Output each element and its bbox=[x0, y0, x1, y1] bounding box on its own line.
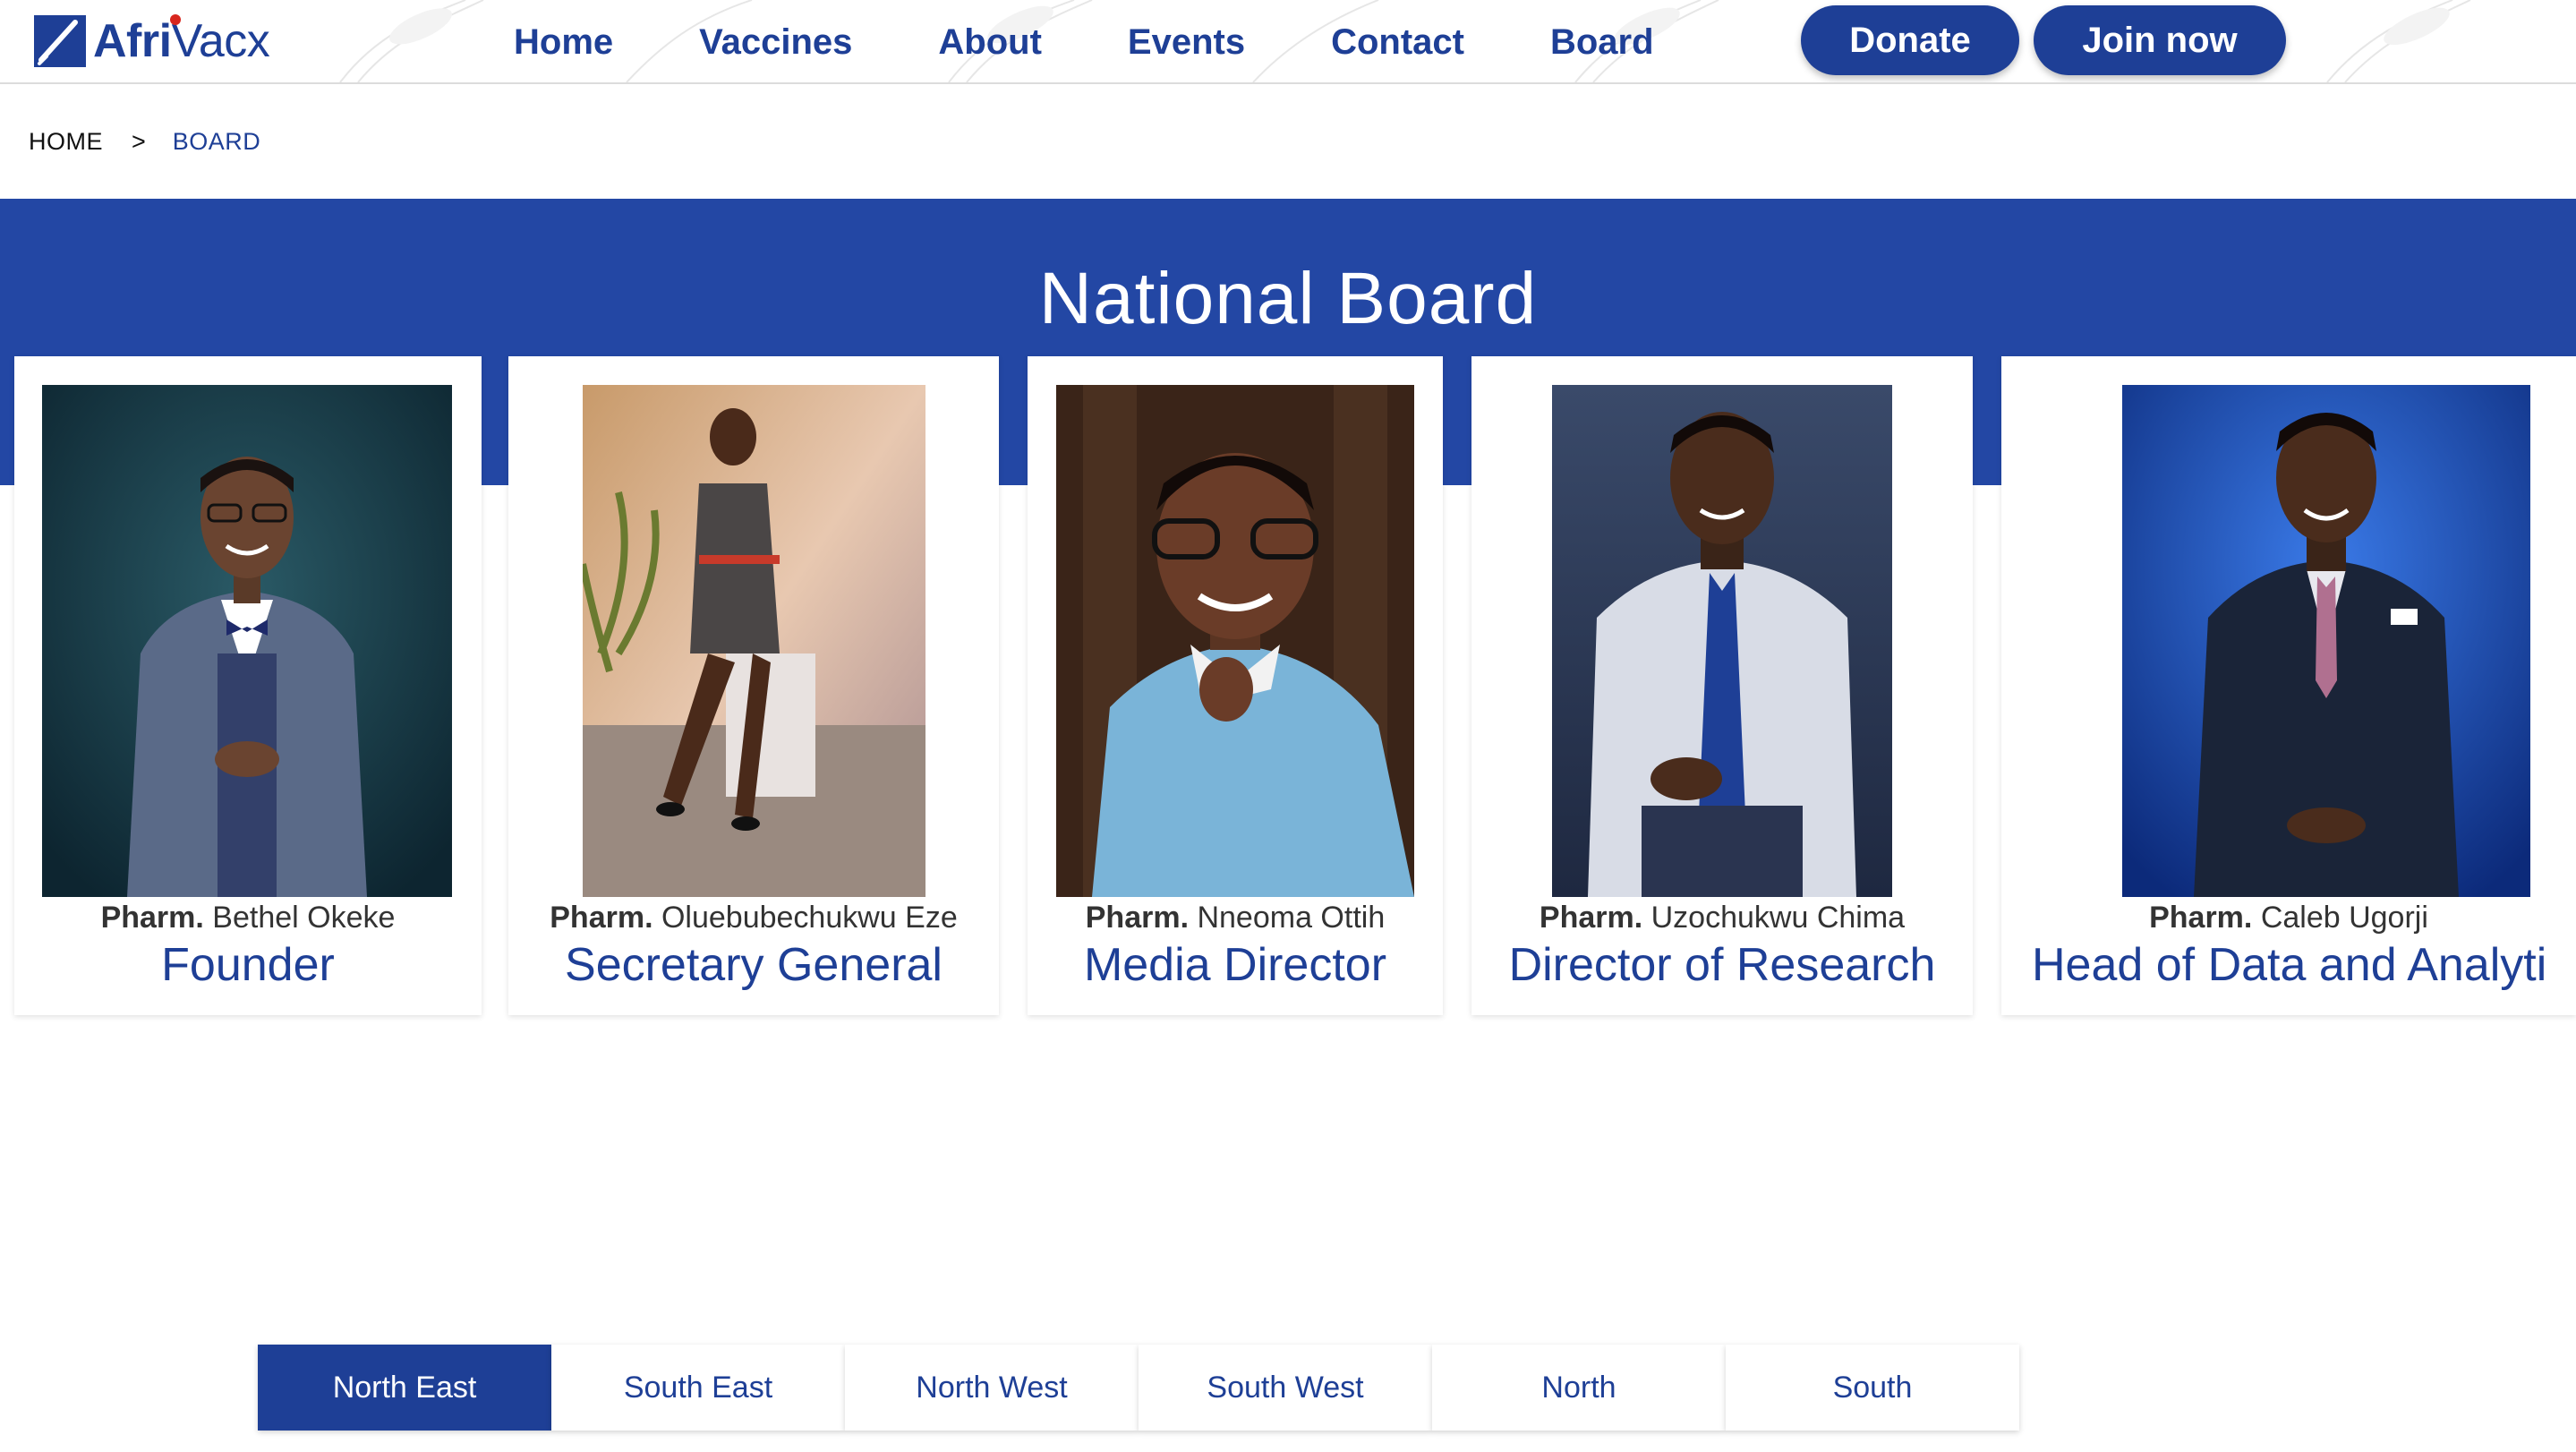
page-title: National Board bbox=[1038, 258, 1538, 339]
member-title-prefix: Pharm. bbox=[550, 901, 653, 935]
member-photo bbox=[1552, 385, 1892, 897]
member-name: Pharm. Nneoma Ottih bbox=[1028, 899, 1443, 936]
site-header: AfriVacx Home Vaccines About Events Cont… bbox=[0, 0, 2576, 84]
breadcrumb: HOME > BOARD bbox=[29, 124, 260, 159]
breadcrumb-current: BOARD bbox=[172, 127, 261, 155]
member-title-prefix: Pharm. bbox=[100, 901, 204, 935]
member-name: Pharm. Bethel Okeke bbox=[14, 899, 482, 936]
member-name: Pharm. Caleb Ugorji bbox=[2001, 899, 2576, 936]
nav-events[interactable]: Events bbox=[1128, 22, 1245, 63]
brand-wordmark: AfriVacx bbox=[93, 13, 270, 70]
member-full-name: Nneoma Ottih bbox=[1197, 901, 1386, 935]
member-card: Pharm. Oluebubechukwu Eze Secretary Gene… bbox=[508, 356, 999, 1015]
syringe-logo-icon bbox=[34, 15, 86, 67]
member-title-prefix: Pharm. bbox=[1539, 901, 1643, 935]
member-role: Secretary General bbox=[565, 939, 943, 991]
join-now-button[interactable]: Join now bbox=[2034, 5, 2286, 75]
tab-south-west[interactable]: South West bbox=[1139, 1345, 1432, 1431]
tab-north[interactable]: North bbox=[1432, 1345, 1726, 1431]
tab-north-east[interactable]: North East bbox=[258, 1345, 551, 1431]
member-role: Media Director bbox=[1083, 939, 1387, 991]
nav-about[interactable]: About bbox=[938, 22, 1042, 63]
tab-south[interactable]: South bbox=[1726, 1345, 2019, 1431]
member-card: Pharm. Caleb Ugorji Head of Data and Ana… bbox=[2001, 356, 2576, 1015]
member-card: Pharm. Nneoma Ottih Media Director bbox=[1028, 356, 1443, 1015]
member-full-name: Oluebubechukwu Eze bbox=[661, 901, 958, 935]
member-role: Head of Data and Analyti bbox=[2032, 939, 2547, 991]
member-title-prefix: Pharm. bbox=[2149, 901, 2253, 935]
member-card: Pharm. Uzochukwu Chima Director of Resea… bbox=[1471, 356, 1973, 1015]
member-title-prefix: Pharm. bbox=[1085, 901, 1190, 935]
member-role: Founder bbox=[161, 939, 335, 991]
member-name: Pharm. Uzochukwu Chima bbox=[1471, 899, 1973, 936]
main-nav: Home Vaccines About Events Contact Board bbox=[483, 0, 1740, 82]
tab-south-east[interactable]: South East bbox=[551, 1345, 845, 1431]
brand-name-bold: Afri bbox=[93, 15, 172, 67]
member-full-name: Bethel Okeke bbox=[212, 901, 396, 935]
nav-contact[interactable]: Contact bbox=[1331, 22, 1464, 63]
breadcrumb-home-link[interactable]: HOME bbox=[29, 128, 103, 156]
member-photo bbox=[2122, 385, 2530, 897]
region-tabs: North East South East North West South W… bbox=[258, 1345, 2019, 1431]
logo-red-dot bbox=[170, 14, 181, 25]
nav-home[interactable]: Home bbox=[514, 22, 613, 63]
brand-name-regular: Vacx bbox=[171, 15, 270, 67]
donate-button[interactable]: Donate bbox=[1801, 5, 2019, 75]
member-full-name: Uzochukwu Chima bbox=[1651, 901, 1906, 935]
member-photo bbox=[583, 385, 925, 897]
member-full-name: Caleb Ugorji bbox=[2260, 901, 2428, 935]
member-card: Pharm. Bethel Okeke Founder bbox=[14, 356, 482, 1015]
breadcrumb-separator: > bbox=[132, 127, 146, 155]
brand-logo[interactable]: AfriVacx bbox=[32, 13, 270, 70]
nav-vaccines[interactable]: Vaccines bbox=[699, 22, 852, 63]
member-name: Pharm. Oluebubechukwu Eze bbox=[508, 899, 999, 936]
tab-north-west[interactable]: North West bbox=[845, 1345, 1139, 1431]
nav-board[interactable]: Board bbox=[1550, 22, 1654, 63]
member-role: Director of Research bbox=[1508, 939, 1936, 991]
member-photo bbox=[1056, 385, 1414, 897]
member-photo bbox=[42, 385, 452, 897]
